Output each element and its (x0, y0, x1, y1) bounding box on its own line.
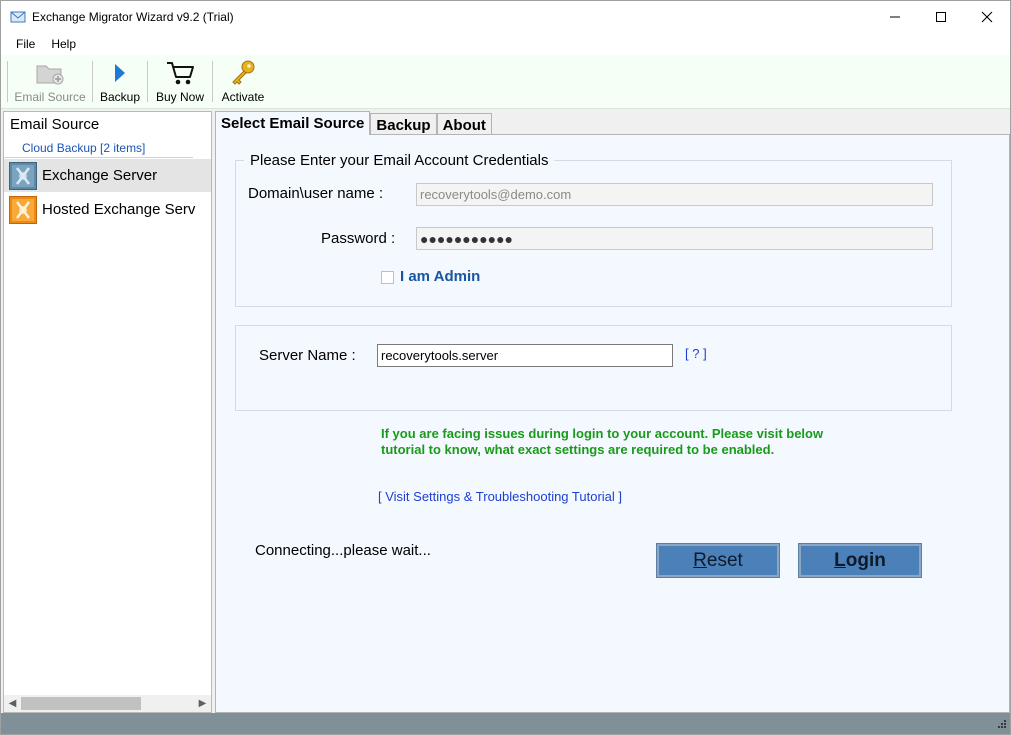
email-source-panel: Email Source Cloud Backup [2 items] Exch… (3, 111, 212, 713)
activate-button[interactable]: Activate (213, 55, 273, 108)
hosted-exchange-icon (8, 195, 38, 225)
menu-help[interactable]: Help (43, 37, 84, 51)
buy-now-button[interactable]: Buy Now (148, 55, 212, 108)
source-item-label: Exchange Server (42, 167, 158, 184)
maximize-icon (936, 11, 946, 22)
scroll-right-icon[interactable]: ▶ (194, 695, 211, 712)
credentials-title: Please Enter your Email Account Credenti… (244, 152, 555, 169)
source-item-label: Hosted Exchange Serv (42, 201, 196, 218)
reset-button[interactable]: Reset (657, 544, 779, 577)
reset-mnemonic: R (693, 549, 707, 571)
folder-add-icon (35, 59, 65, 87)
scroll-track[interactable] (21, 695, 194, 712)
shopping-cart-icon (165, 59, 195, 87)
login-button[interactable]: Login (799, 544, 921, 577)
email-source-button[interactable]: Email Source (8, 55, 92, 108)
username-label: Domain\user name : (248, 185, 384, 202)
panel-title: Email Source (10, 116, 100, 133)
server-name-label: Server Name : (259, 347, 356, 364)
scroll-thumb[interactable] (21, 697, 141, 710)
maximize-button[interactable] (918, 1, 964, 32)
menu-file[interactable]: File (8, 37, 43, 51)
toolbar: Email Source Backup Buy Now Activate (1, 55, 1010, 109)
password-field[interactable]: ●●●●●●●●●●● (416, 227, 933, 250)
tab-content: Please Enter your Email Account Credenti… (215, 134, 1010, 713)
close-button[interactable] (964, 1, 1010, 32)
app-envelope-icon (10, 10, 26, 24)
resize-grip-icon[interactable] (995, 719, 1007, 731)
close-icon (981, 11, 993, 22)
activate-label: Activate (221, 90, 265, 104)
scroll-left-icon[interactable]: ◀ (4, 695, 21, 712)
play-arrow-icon (112, 59, 128, 87)
menu-bar: File Help (1, 32, 1010, 55)
tab-backup[interactable]: Backup (370, 113, 437, 135)
title-bar: Exchange Migrator Wizard v9.2 (Trial) (1, 1, 1010, 32)
horizontal-scrollbar[interactable]: ◀ ▶ (4, 695, 211, 712)
buy-now-label: Buy Now (155, 90, 205, 104)
minimize-button[interactable] (872, 1, 918, 32)
login-help-note: If you are facing issues during login to… (381, 426, 824, 457)
backup-button[interactable]: Backup (93, 55, 147, 108)
tab-about[interactable]: About (436, 113, 492, 135)
email-source-label: Email Source (14, 90, 86, 104)
server-help-link[interactable]: [ ? ] (685, 346, 707, 361)
tab-bar: Select Email Source Backup About (215, 111, 492, 135)
tab-select-email-source[interactable]: Select Email Source (215, 111, 371, 135)
reset-label: eset (706, 549, 743, 571)
exchange-server-icon (8, 161, 38, 191)
connection-status: Connecting...please wait... (255, 542, 431, 559)
window-controls (872, 1, 1010, 32)
main-panel: Select Email Source Backup About Please … (215, 111, 1010, 713)
credentials-group: Please Enter your Email Account Credenti… (235, 152, 952, 307)
cloud-backup-group[interactable]: Cloud Backup [2 items] (4, 138, 211, 158)
status-bar (1, 713, 1010, 734)
login-label: ogin (845, 549, 886, 571)
window-title: Exchange Migrator Wizard v9.2 (Trial) (32, 9, 234, 24)
server-name-field[interactable]: recoverytools.server (377, 344, 673, 367)
backup-label: Backup (99, 90, 141, 104)
username-field[interactable]: recoverytools@demo.com (416, 183, 933, 206)
admin-checkbox[interactable] (381, 271, 394, 284)
admin-label[interactable]: I am Admin (400, 268, 480, 285)
minimize-icon (890, 16, 900, 17)
server-group: Server Name : recoverytools.server [ ? ] (235, 325, 952, 411)
login-mnemonic: L (834, 549, 846, 571)
source-item-hosted-exchange[interactable]: Hosted Exchange Serv (4, 193, 211, 226)
source-item-exchange-server[interactable]: Exchange Server (4, 159, 211, 192)
key-icon (229, 59, 257, 87)
app-window: Exchange Migrator Wizard v9.2 (Trial) Fi… (0, 0, 1011, 735)
tutorial-link[interactable]: [ Visit Settings & Troubleshooting Tutor… (378, 489, 622, 504)
password-label: Password : (321, 230, 396, 247)
